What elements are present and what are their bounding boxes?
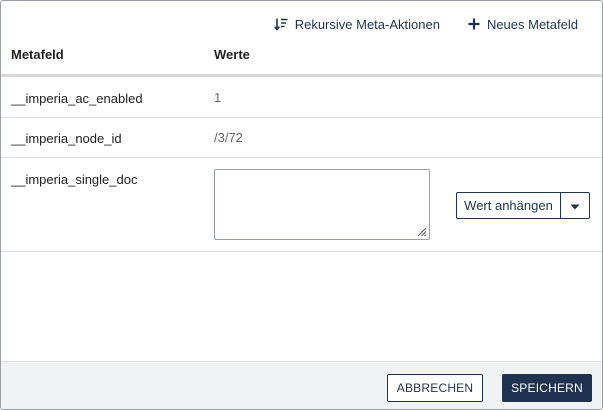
meta-value-textarea[interactable]: [214, 169, 430, 240]
caret-down-icon: [570, 198, 580, 213]
new-meta-field-label: Neues Metafeld: [486, 16, 578, 32]
save-button[interactable]: SPEICHERN: [502, 374, 592, 402]
sort-descending-icon: [273, 18, 288, 31]
append-value-button[interactable]: Wert anhängen: [457, 193, 561, 218]
recursive-meta-actions-label: Rekursive Meta-Aktionen: [294, 16, 440, 32]
meta-fields-dialog: Rekursive Meta-Aktionen Neues Metafeld M…: [0, 0, 603, 410]
column-header-werte: Werte: [214, 47, 250, 62]
resize-grip-icon[interactable]: [416, 226, 427, 237]
meta-field-value: 1: [214, 90, 222, 105]
append-value-dropdown-button[interactable]: [561, 193, 589, 218]
table-row: __imperia_single_doc Wert anhängen: [1, 158, 602, 252]
plus-icon: [468, 18, 480, 30]
meta-field-value: /3/72: [214, 130, 243, 145]
dialog-footer: ABBRECHEN SPEICHERN: [1, 361, 602, 409]
meta-field-name: __imperia_node_id: [11, 131, 122, 146]
column-header-metafeld: Metafeld: [11, 47, 64, 62]
meta-field-name: __imperia_single_doc: [11, 172, 138, 187]
toolbar: Rekursive Meta-Aktionen Neues Metafeld: [273, 13, 578, 35]
table-row: __imperia_ac_enabled 1: [1, 77, 602, 118]
recursive-meta-actions-button[interactable]: Rekursive Meta-Aktionen: [273, 16, 440, 32]
meta-field-name: __imperia_ac_enabled: [11, 91, 143, 106]
table-row: __imperia_node_id /3/72: [1, 118, 602, 158]
append-value-split-button: Wert anhängen: [456, 192, 590, 219]
new-meta-field-button[interactable]: Neues Metafeld: [468, 17, 578, 32]
cancel-button[interactable]: ABBRECHEN: [387, 374, 483, 402]
